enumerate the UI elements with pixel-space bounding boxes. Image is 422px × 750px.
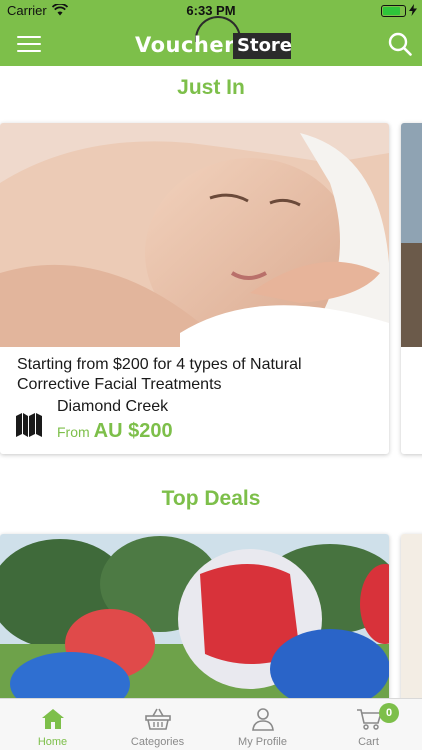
basket-icon: [144, 708, 171, 730]
deal-title: Starting from $200 for 4 types of Natura…: [17, 356, 302, 393]
voucher-store-logo: Voucher Store: [133, 16, 293, 66]
tab-cart[interactable]: 0 Cart: [316, 699, 421, 750]
battery-level: [383, 7, 400, 15]
cart-count-badge: 0: [379, 703, 399, 723]
section-title-top-deals: Top Deals: [161, 487, 261, 510]
deal-image-bubble-soccer[interactable]: [0, 534, 389, 704]
person-icon: [251, 708, 274, 731]
top-deal-card-next-peek[interactable]: [401, 534, 422, 714]
tab-my-profile-label: My Profile: [238, 736, 287, 748]
top-navbar: Voucher Store: [0, 16, 422, 66]
deal-card-next-peek[interactable]: [401, 123, 422, 454]
tab-home-label: Home: [37, 736, 68, 748]
tab-my-profile[interactable]: My Profile: [210, 699, 315, 750]
hamburger-menu-icon[interactable]: [17, 35, 41, 53]
section-title-just-in: Just In: [177, 76, 245, 99]
merchant-name: Diamond Creek: [57, 398, 169, 415]
price-value: AU $200: [93, 420, 173, 442]
top-deal-card[interactable]: [0, 534, 389, 714]
logo-word-voucher: Voucher: [135, 33, 235, 57]
logo-store-box: Store: [233, 33, 293, 59]
deal-image-next[interactable]: [401, 123, 422, 347]
tab-home[interactable]: Home: [0, 699, 105, 750]
logo-word-store: Store: [237, 35, 293, 56]
tab-cart-label: Cart: [358, 736, 379, 748]
tab-categories[interactable]: Categories: [105, 699, 210, 750]
deal-image-facial-treatment[interactable]: [0, 123, 389, 347]
tab-categories-label: Categories: [130, 736, 185, 748]
home-icon: [41, 709, 64, 729]
price-prefix: From: [57, 424, 90, 440]
deal-card[interactable]: Starting from $200 for 4 types of Natura…: [0, 123, 389, 454]
merchant-logo-icon: [16, 413, 42, 437]
bottom-tab-bar: Home Categories My Profile 0 Cart: [0, 698, 422, 750]
charging-icon: [409, 4, 417, 16]
deal-image-next-top[interactable]: [401, 534, 422, 704]
battery-icon: [381, 5, 406, 17]
cart-icon: [356, 709, 382, 730]
search-icon[interactable]: [388, 32, 412, 56]
price-row: From AU $200: [57, 420, 173, 443]
